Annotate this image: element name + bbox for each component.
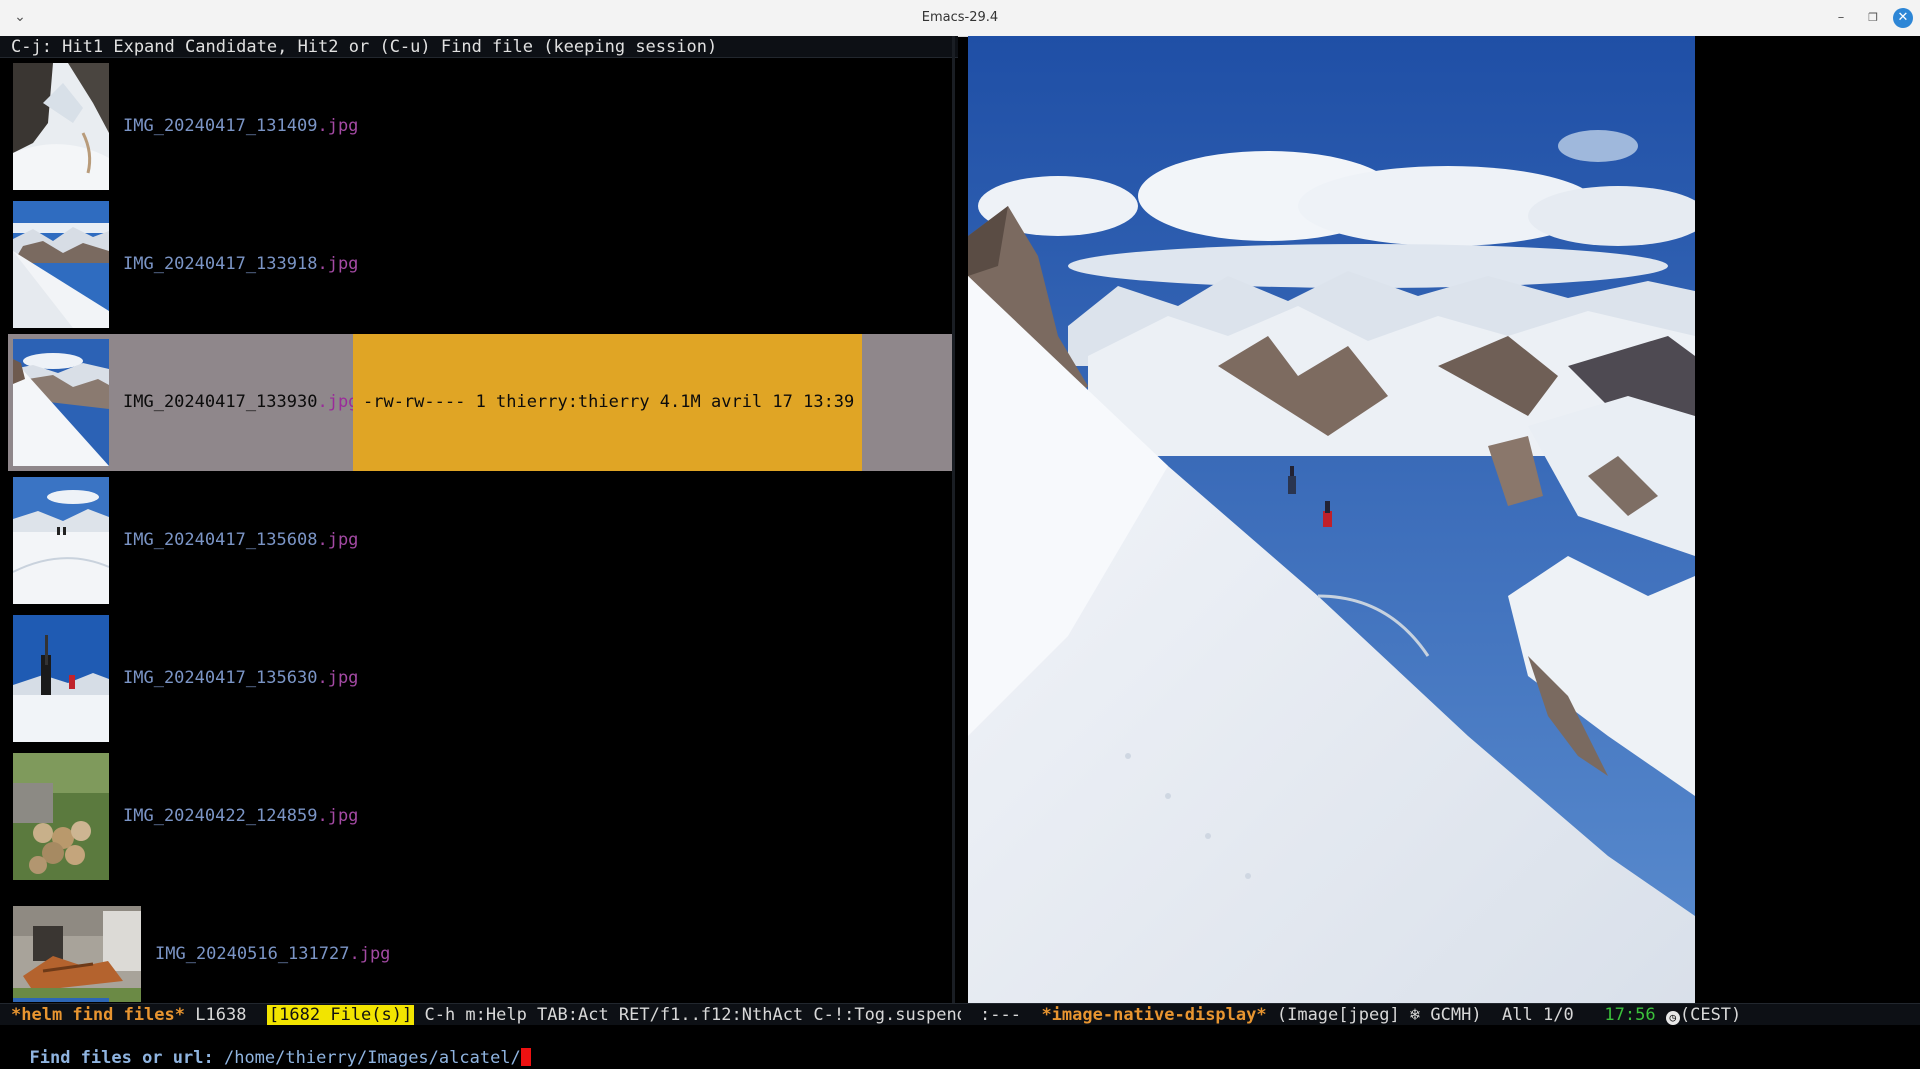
file-attributes: -rw-rw---- 1 thierry:thierry 4.1M avril … <box>353 334 862 471</box>
timezone: (CEST) <box>1679 1005 1742 1025</box>
close-icon[interactable]: ✕ <box>1893 8 1913 28</box>
list-item[interactable]: IMG_20240417_133918.jpg <box>8 196 952 333</box>
clock-time: 17:56 <box>1604 1005 1656 1025</box>
clock-icon: ◷ <box>1665 1011 1680 1025</box>
helm-candidate-list[interactable]: IMG_20240417_131409.jpg IMG_20240417_133… <box>8 58 952 1002</box>
list-item[interactable]: IMG_20240516_131727.jpg <box>8 886 952 1002</box>
image-thumbnail <box>13 201 109 328</box>
line-number: L1638 <box>195 1005 247 1025</box>
major-mode[interactable]: (Image[jpeg] ❄ GCMH) <box>1277 1005 1482 1025</box>
list-item-selected[interactable]: IMG_20240417_133930.jpg -rw-rw---- 1 thi… <box>8 334 952 471</box>
image-thumbnail <box>13 477 109 604</box>
window-title: Emacs-29.4 <box>921 10 999 25</box>
image-thumbnail <box>13 906 141 1002</box>
image-display <box>968 36 1695 1003</box>
image-thumbnail <box>13 998 109 1002</box>
helm-help-hint: C-h m:Help TAB:Act RET/f1..f12:NthAct C-… <box>424 1005 961 1025</box>
minibuffer-input[interactable]: /home/thierry/Images/alcatel/ <box>224 1048 521 1068</box>
window-divider <box>952 36 955 1003</box>
list-item[interactable]: IMG_20240417_135630.jpg <box>8 610 952 747</box>
mode-line-right: :--- *image-native-display* (Image[jpeg]… <box>980 1004 1741 1026</box>
list-item[interactable]: IMG_20240417_135608.jpg <box>8 472 952 609</box>
image-thumbnail <box>13 753 109 880</box>
buffer-name[interactable]: *helm find files* <box>11 1005 185 1025</box>
buffer-status: :--- <box>980 1005 1021 1025</box>
file-name: IMG_20240417_131409.jpg <box>123 116 359 136</box>
helm-header-line: C-j: Hit1 Expand Candidate, Hit2 or (C-u… <box>0 36 958 58</box>
window-titlebar: ⌄ Emacs-29.4 – ❐ ✕ <box>0 0 1920 37</box>
minibuffer-prompt: Find files or url: <box>29 1048 214 1068</box>
file-name: IMG_20240516_131727.jpg <box>155 944 391 964</box>
list-item[interactable]: IMG_20240422_124859.jpg <box>8 748 952 885</box>
mode-line: *helm find files* L1638 [1682 File(s)] C… <box>0 1003 1920 1026</box>
buffer-position: All 1/0 <box>1502 1005 1574 1025</box>
file-name: IMG_20240417_135630.jpg <box>123 668 359 688</box>
list-item[interactable]: IMG_20240417_131409.jpg <box>8 58 952 195</box>
file-name: IMG_20240417_135608.jpg <box>123 530 359 550</box>
file-name: IMG_20240417_133918.jpg <box>123 254 359 274</box>
text-cursor <box>520 1048 531 1066</box>
image-thumbnail <box>13 339 109 466</box>
minibuffer[interactable]: Find files or url: /home/thierry/Images/… <box>0 1025 1920 1068</box>
image-thumbnail <box>13 615 109 742</box>
mode-line-left: *helm find files* L1638 [1682 File(s)] C… <box>11 1004 961 1026</box>
file-name: IMG_20240417_133930.jpg <box>123 392 359 412</box>
image-thumbnail <box>13 63 109 190</box>
minimize-icon[interactable]: – <box>1830 7 1852 29</box>
image-pane-background <box>1695 36 1920 1003</box>
restore-icon[interactable]: ❐ <box>1862 7 1884 29</box>
file-count-badge: [1682 File(s)] <box>266 1005 415 1025</box>
file-name: IMG_20240422_124859.jpg <box>123 806 359 826</box>
image-buffer-name[interactable]: *image-native-display* <box>1041 1005 1266 1025</box>
